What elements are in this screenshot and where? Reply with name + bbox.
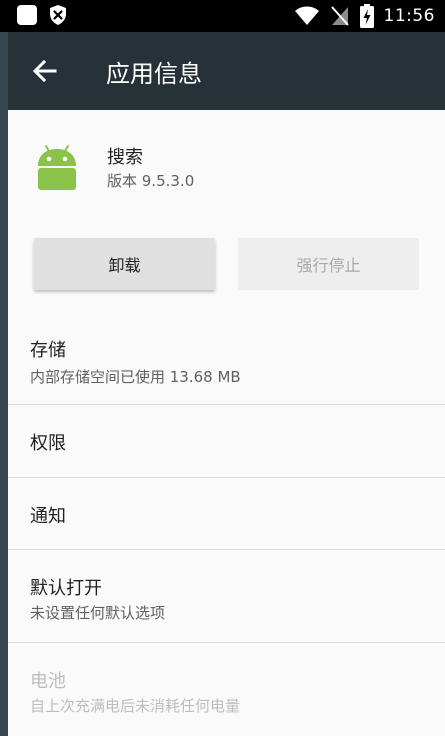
app-info-screen: 应用信息 搜索 版本 9.5.3.0 卸载 强行停止 存储 内部存储空间已使用 … xyxy=(8,32,445,736)
toolbar: 应用信息 xyxy=(8,32,445,110)
notification-square-icon xyxy=(17,5,37,25)
notifications-title: 通知 xyxy=(30,506,66,527)
battery-subtitle: 自上次充满电后未消耗任何电量 xyxy=(30,697,241,715)
force-stop-button: 强行停止 xyxy=(238,238,419,290)
storage-item[interactable]: 存储 内部存储空间已使用 13.68 MB xyxy=(8,318,445,404)
battery-item: 电池 自上次充满电后未消耗任何电量 xyxy=(8,643,445,736)
android-icon xyxy=(38,145,76,190)
notifications-item[interactable]: 通知 xyxy=(8,478,445,549)
permissions-title: 权限 xyxy=(30,433,66,454)
battery-title: 电池 xyxy=(30,671,66,692)
open-by-default-title: 默认打开 xyxy=(30,578,102,599)
wifi-icon xyxy=(294,6,319,25)
uninstall-button[interactable]: 卸载 xyxy=(34,238,215,290)
storage-subtitle: 内部存储空间已使用 13.68 MB xyxy=(30,368,241,386)
arrow-back-icon[interactable] xyxy=(30,56,60,86)
app-name: 搜索 xyxy=(107,147,143,168)
storage-title: 存储 xyxy=(30,340,66,361)
shield-x-icon xyxy=(50,5,66,25)
clock: 11:56 xyxy=(383,6,435,26)
no-sim-icon xyxy=(330,6,349,26)
battery-charging-icon xyxy=(359,4,374,28)
page-title: 应用信息 xyxy=(106,60,202,88)
open-by-default-item[interactable]: 默认打开 未设置任何默认选项 xyxy=(8,550,445,642)
status-bar: 11:56 xyxy=(0,0,445,32)
open-by-default-subtitle: 未设置任何默认选项 xyxy=(30,604,166,622)
app-version: 版本 9.5.3.0 xyxy=(107,172,195,190)
permissions-item[interactable]: 权限 xyxy=(8,405,445,477)
app-header: 搜索 版本 9.5.3.0 xyxy=(8,132,445,202)
